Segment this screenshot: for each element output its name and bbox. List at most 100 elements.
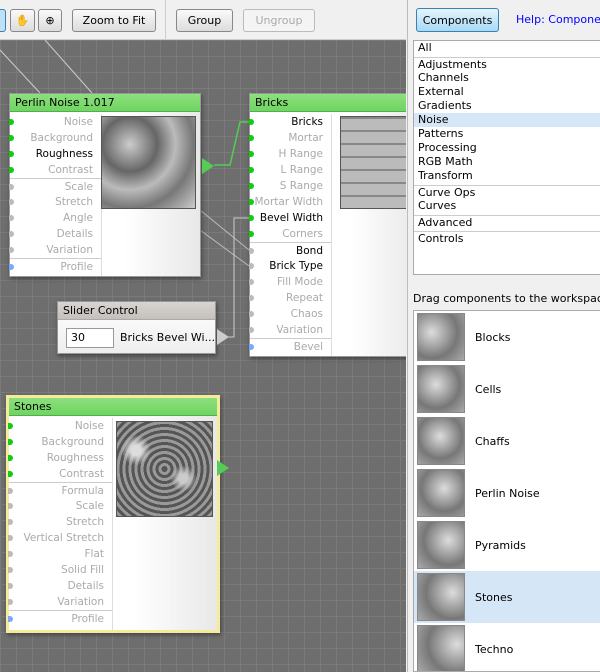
- input-port-row[interactable]: Contrast: [9, 162, 101, 178]
- component-item[interactable]: Stones: [414, 571, 600, 623]
- port-connector[interactable]: [249, 215, 254, 221]
- port-connector[interactable]: [8, 503, 13, 509]
- category-item[interactable]: Processing: [414, 141, 600, 155]
- port-connector[interactable]: [8, 423, 13, 429]
- input-port-row[interactable]: Variation: [8, 594, 112, 610]
- port-connector[interactable]: [249, 263, 254, 269]
- input-port-row[interactable]: Mortar Width: [249, 194, 331, 210]
- port-connector[interactable]: [249, 183, 254, 189]
- component-item[interactable]: Cells: [414, 363, 600, 415]
- input-port-row[interactable]: Vertical Stretch: [8, 530, 112, 546]
- input-port-row[interactable]: L Range: [249, 162, 331, 178]
- port-connector[interactable]: [9, 199, 14, 205]
- input-port-row[interactable]: Scale: [8, 498, 112, 514]
- input-port-row[interactable]: Stretch: [8, 514, 112, 530]
- port-connector[interactable]: [9, 264, 14, 270]
- component-list[interactable]: Blocks Cells Chaffs Perlin Noise Pyramids Sto…: [413, 310, 600, 672]
- port-connector[interactable]: [8, 455, 13, 461]
- port-connector[interactable]: [8, 519, 13, 525]
- category-item[interactable]: Patterns: [414, 127, 600, 141]
- port-connector[interactable]: [8, 471, 13, 477]
- input-port-row[interactable]: Chaos: [249, 306, 331, 322]
- pan-tool-button[interactable]: ✋: [10, 9, 35, 32]
- port-connector[interactable]: [8, 439, 13, 445]
- input-port-row[interactable]: Formula: [8, 482, 112, 498]
- port-connector[interactable]: [249, 311, 254, 317]
- input-port-row[interactable]: H Range: [249, 146, 331, 162]
- port-connector[interactable]: [249, 327, 254, 333]
- port-connector[interactable]: [8, 488, 13, 494]
- category-item[interactable]: Curves: [414, 199, 600, 213]
- input-port-row[interactable]: Profile: [9, 258, 101, 274]
- category-item[interactable]: Advanced: [414, 215, 600, 229]
- input-port-row[interactable]: Stretch: [9, 194, 101, 210]
- component-item[interactable]: Chaffs: [414, 415, 600, 467]
- category-item[interactable]: Gradients: [414, 99, 600, 113]
- component-item[interactable]: Blocks: [414, 311, 600, 363]
- port-connector[interactable]: [8, 567, 13, 573]
- input-port-row[interactable]: Solid Fill: [8, 562, 112, 578]
- port-connector[interactable]: [9, 151, 14, 157]
- port-connector[interactable]: [249, 199, 254, 205]
- input-port-row[interactable]: Mortar: [249, 130, 331, 146]
- category-item[interactable]: Adjustments: [414, 57, 600, 71]
- port-connector[interactable]: [9, 135, 14, 141]
- output-port-arrow[interactable]: [202, 158, 214, 174]
- input-port-row[interactable]: Bevel: [249, 338, 331, 354]
- category-item[interactable]: All: [414, 41, 600, 55]
- port-connector[interactable]: [9, 247, 14, 253]
- category-item[interactable]: RGB Math: [414, 155, 600, 169]
- input-port-row[interactable]: Repeat: [249, 290, 331, 306]
- port-connector[interactable]: [9, 231, 14, 237]
- input-port-row[interactable]: Details: [9, 226, 101, 242]
- port-connector[interactable]: [249, 231, 254, 237]
- category-item[interactable]: Controls: [414, 231, 600, 245]
- category-list[interactable]: All Adjustments Channels External Gradients N…: [413, 40, 600, 275]
- help-link[interactable]: Help: Componen: [516, 13, 600, 26]
- port-connector[interactable]: [249, 119, 254, 125]
- components-tab-button[interactable]: Components: [416, 8, 499, 32]
- port-connector[interactable]: [249, 248, 254, 254]
- input-port-row[interactable]: Details: [8, 578, 112, 594]
- port-connector[interactable]: [9, 215, 14, 221]
- input-port-row[interactable]: Background: [9, 130, 101, 146]
- input-port-row[interactable]: Angle: [9, 210, 101, 226]
- output-port-arrow[interactable]: [217, 460, 229, 476]
- select-tool-button[interactable]: [0, 9, 6, 32]
- input-port-row[interactable]: Noise: [8, 418, 112, 434]
- port-connector[interactable]: [249, 279, 254, 285]
- port-connector[interactable]: [249, 151, 254, 157]
- zoom-tool-button[interactable]: ⊕: [38, 9, 62, 32]
- category-item[interactable]: Noise: [414, 113, 600, 127]
- input-port-row[interactable]: Bevel Width: [249, 210, 331, 226]
- group-button[interactable]: Group: [176, 9, 233, 32]
- input-port-row[interactable]: Bricks: [249, 114, 331, 130]
- bricks-node[interactable]: Bricks Bricks Mortar H Range L Range S Range…: [249, 93, 406, 357]
- category-item[interactable]: Transform: [414, 169, 600, 183]
- zoom-to-fit-button[interactable]: Zoom to Fit: [72, 9, 156, 32]
- component-item[interactable]: Pyramids: [414, 519, 600, 571]
- port-connector[interactable]: [8, 551, 13, 557]
- workspace-canvas[interactable]: Perlin Noise 1.017 Noise Background Roughn…: [0, 40, 406, 672]
- input-port-row[interactable]: Fill Mode: [249, 274, 331, 290]
- input-port-row[interactable]: Roughness: [9, 146, 101, 162]
- input-port-row[interactable]: Variation: [9, 242, 101, 258]
- input-port-row[interactable]: Flat: [8, 546, 112, 562]
- port-connector[interactable]: [249, 167, 254, 173]
- stones-node[interactable]: Stones Noise Background Roughness Contrast F…: [6, 395, 229, 633]
- slider-value-input[interactable]: 30: [66, 328, 114, 348]
- input-port-row[interactable]: Background: [8, 434, 112, 450]
- port-connector[interactable]: [8, 616, 13, 622]
- input-port-row[interactable]: Corners: [249, 226, 331, 242]
- port-connector[interactable]: [8, 535, 13, 541]
- port-connector[interactable]: [9, 167, 14, 173]
- port-connector[interactable]: [249, 135, 254, 141]
- slider-control-node[interactable]: Slider Control 30 Bricks Bevel Wi...: [57, 301, 229, 354]
- input-port-row[interactable]: Contrast: [8, 466, 112, 482]
- input-port-row[interactable]: Profile: [8, 610, 112, 626]
- component-item[interactable]: Techno: [414, 623, 600, 671]
- input-port-row[interactable]: Noise: [9, 114, 101, 130]
- category-item[interactable]: Curve Ops: [414, 185, 600, 199]
- input-port-row[interactable]: Variation: [249, 322, 331, 338]
- input-port-row[interactable]: Roughness: [8, 450, 112, 466]
